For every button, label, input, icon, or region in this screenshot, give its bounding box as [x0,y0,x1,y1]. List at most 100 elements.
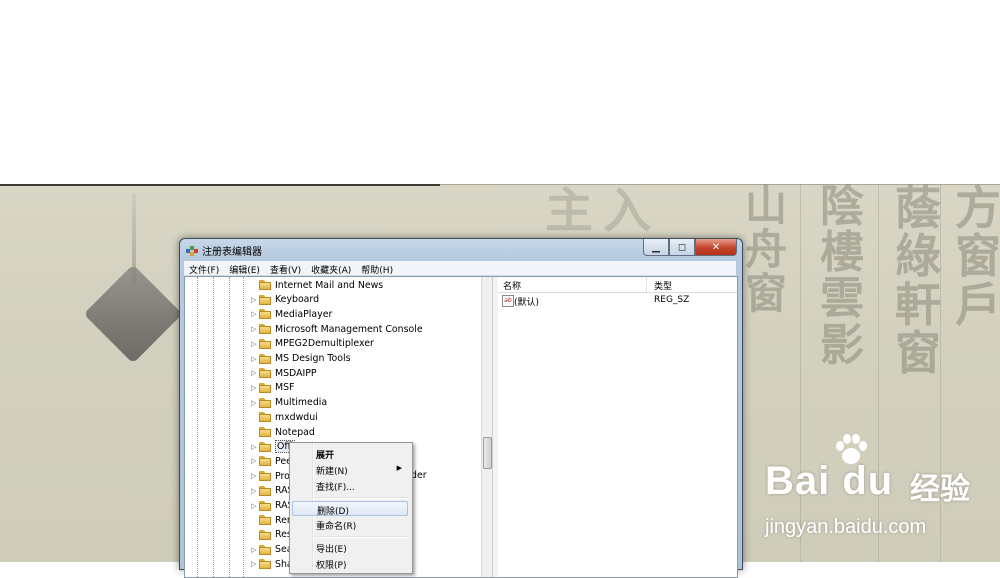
folder-icon [259,544,271,555]
watermark-jingyan: 经验 [910,472,970,507]
context-menu-item-label: 权限(P) [316,561,347,571]
menu-separator [314,536,408,538]
expand-arrow-icon[interactable]: ▷ [251,399,259,407]
registry-editor-window[interactable]: 注册表编辑器 ▁ ◻ ✕ 文件(F) 编辑(E) 查看(V) 收藏夹(A) 帮助… [179,238,743,578]
context-menu-item[interactable]: 新建(N) ▶ [292,462,408,477]
context-menu[interactable]: 展开新建(N) ▶ 查找(F)... 删除(D) 重命名(R) 导出(E) 权限(P) [289,442,413,574]
menu-edit[interactable]: 编辑(E) [224,261,265,276]
expand-arrow-icon[interactable]: ▷ [251,546,259,554]
folder-icon [259,294,271,305]
folder-icon [259,441,271,452]
folder-icon [259,280,271,290]
folder-icon [259,309,271,320]
tree-item[interactable]: ▷ MS Design Tools [251,352,350,366]
tree-item[interactable]: ▷ RAS [251,484,294,498]
tree-item[interactable]: Notepad [251,425,315,439]
expand-arrow-icon[interactable]: ▷ [251,457,259,465]
context-menu-item[interactable]: 删除(D) [292,501,408,517]
context-menu-item-label: 导出(E) [316,545,347,555]
folder-icon [259,324,271,335]
tree-item[interactable]: ▷ Multimedia [251,396,327,410]
tree-item[interactable]: mxdwdui [251,410,318,424]
folder-icon [259,515,271,526]
decorative-stone [83,264,183,364]
menu-view[interactable]: 查看(V) [265,261,306,276]
folder-icon [259,427,271,437]
client-area: Internet Mail and News ▷ Keyboard ▷ MediaPla… [184,276,738,578]
expand-arrow-icon[interactable]: ▷ [251,487,259,495]
value-row[interactable]: ab (默认) REG_SZ [498,294,737,308]
tree-item[interactable]: ▷ Prot [251,469,294,483]
calligraphy-text: 方窗戶 [955,184,1000,332]
tree-item-label: Microsoft Management Console [275,323,423,335]
context-menu-item[interactable]: 重命名(R) [292,517,408,532]
regedit-icon [186,246,198,256]
tree-item[interactable]: ▷ Keyboard [251,293,319,307]
folder-icon [259,397,271,408]
expand-arrow-icon[interactable]: ▷ [251,296,259,304]
expand-arrow-icon[interactable]: ▷ [251,369,259,377]
calligraphy-text: 陰樓雲影 [820,184,864,371]
tree-scrollbar[interactable] [481,277,492,577]
window-title: 注册表编辑器 [202,247,262,258]
context-menu-item-label: 展开 [316,451,335,461]
tree-item[interactable]: ▷ Pee [251,454,292,468]
expand-arrow-icon[interactable]: ▷ [251,325,259,333]
tree-item-label: Internet Mail and News [275,279,384,291]
value-type: REG_SZ [654,295,690,305]
context-menu-item-label: 重命名(R) [316,522,357,532]
column-header: 名称 类型 [498,277,737,293]
expand-arrow-icon[interactable]: ▷ [251,355,259,363]
context-menu-item[interactable]: 展开 [292,446,408,461]
expand-arrow-icon[interactable]: ▷ [251,384,259,392]
edge-line [0,184,440,186]
menu-file[interactable]: 文件(F) [184,261,224,276]
tree-item[interactable]: Internet Mail and News [251,278,383,292]
tree-item[interactable]: ▷ MSDAIPP [251,366,317,380]
folder-icon [259,368,271,379]
submenu-arrow-icon: ▶ [396,464,402,472]
expand-arrow-icon[interactable]: ▷ [251,340,259,348]
expand-arrow-icon[interactable]: ▷ [251,472,259,480]
title-bar[interactable]: 注册表编辑器 ▁ ◻ ✕ [180,239,742,261]
blank-area [0,0,1000,184]
minimize-button[interactable]: ▁ [643,239,669,256]
obscured-label-fragment: der [411,470,427,481]
calligraphy-text: 山舟窗 [745,184,788,319]
menu-favorites[interactable]: 收藏夹(A) [306,261,356,276]
context-menu-item[interactable]: 导出(E) [292,540,408,555]
column-name-header[interactable]: 名称 [503,279,521,292]
context-menu-item[interactable]: 权限(P) [292,556,408,571]
tree-item[interactable]: ▷ MPEG2Demultiplexer [251,337,374,351]
menu-help[interactable]: 帮助(H) [356,261,398,276]
caption-buttons: ▁ ◻ ✕ [643,239,737,256]
folder-icon [259,471,271,482]
expand-arrow-icon[interactable]: ▷ [251,502,259,510]
tree-item[interactable]: ▷ MSF [251,381,294,395]
value-name: (默认) [514,298,540,308]
tree-item[interactable]: ▷ Sea [251,543,292,557]
folder-icon [259,485,271,496]
tree-item[interactable]: ▷ MediaPlayer [251,307,332,321]
column-divider[interactable] [646,277,647,292]
tree-item-label: mxdwdui [275,411,318,423]
maximize-button[interactable]: ◻ [669,239,695,256]
tree-item[interactable]: ▷ Microsoft Management Console [251,322,423,336]
tree-item[interactable]: ▷ RAS [251,499,294,513]
folder-icon [259,353,271,364]
expand-arrow-icon[interactable]: ▷ [251,560,259,568]
context-menu-item-label: 新建(N) [316,467,348,477]
column-type-header[interactable]: 类型 [654,279,672,292]
expand-arrow-icon[interactable]: ▷ [251,443,259,451]
expand-arrow-icon[interactable]: ▷ [251,310,259,318]
tree-item-label: Notepad [275,426,315,438]
scrollbar-thumb[interactable] [483,437,492,469]
string-value-icon: ab [502,295,514,307]
context-menu-item-label: 查找(F)... [316,483,355,493]
tree-item-label: Keyboard [275,294,320,306]
close-button[interactable]: ✕ [695,239,737,256]
context-menu-item[interactable]: 查找(F)... [292,478,408,493]
values-list[interactable]: 名称 类型 ab (默认) REG_SZ [498,277,737,577]
tree-item[interactable]: ▷ Sha [251,557,293,571]
folder-icon [259,412,271,423]
